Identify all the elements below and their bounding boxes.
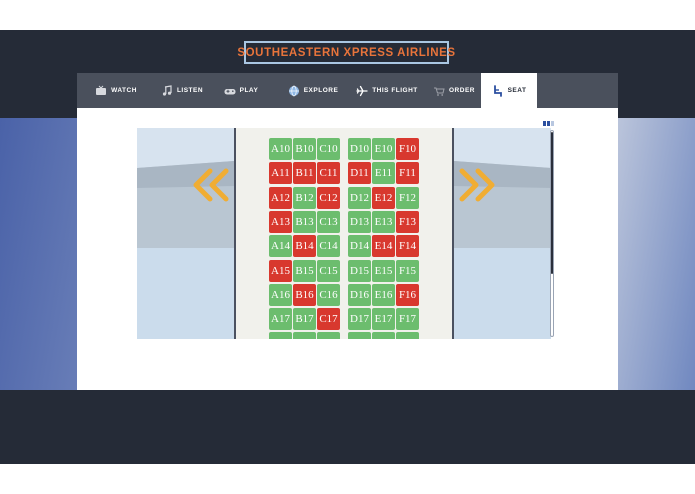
seat-d10[interactable]: D10 — [348, 138, 371, 160]
main-nav: WATCH LISTEN PLAY EXPLORE THIS FLIGHT OR… — [77, 73, 618, 108]
seat-a12[interactable]: A12 — [269, 186, 292, 209]
seat-c10[interactable]: C10 — [317, 138, 340, 160]
seat-a13[interactable]: A13 — [269, 210, 292, 233]
seat-e13[interactable]: E13 — [372, 210, 395, 233]
page-dot-active — [547, 121, 550, 126]
seat-b11[interactable]: B11 — [293, 162, 316, 185]
seat-d12[interactable]: D12 — [348, 186, 371, 209]
seat-b12[interactable]: B12 — [293, 186, 316, 209]
seat-c11[interactable]: C11 — [317, 162, 340, 185]
seat-e14[interactable]: E14 — [372, 235, 395, 258]
airline-logo: SOUTHEASTERN XPRESS AIRLINES — [237, 41, 455, 64]
seat-a17[interactable]: A17 — [269, 308, 292, 331]
seat-d11[interactable]: D11 — [348, 162, 371, 185]
seat-c17[interactable]: C17 — [317, 308, 340, 331]
seat-a11[interactable]: A11 — [269, 162, 292, 185]
seat-map-viewer: A10 B10 C10 D10 E10 F10 A11 B11 C11 D11 E11 F11 A12 B… — [137, 128, 557, 339]
seat-f12[interactable]: F12 — [396, 186, 419, 209]
tab-watch-label: WATCH — [111, 87, 137, 94]
music-note-icon — [162, 84, 172, 96]
seat-e16[interactable]: E16 — [372, 283, 395, 306]
tab-seat[interactable]: SEAT — [481, 73, 537, 108]
seat-d13[interactable]: D13 — [348, 210, 371, 233]
seat-f18[interactable]: F18 — [396, 332, 419, 339]
seat-a16[interactable]: A16 — [269, 283, 292, 306]
airline-name: SOUTHEASTERN XPRESS AIRLINES — [237, 46, 456, 59]
header: SOUTHEASTERN XPRESS AIRLINES — [0, 30, 695, 74]
tab-order[interactable]: ORDER — [420, 73, 488, 108]
cabin-right-wall — [454, 128, 551, 339]
seat-a15[interactable]: A15 — [269, 259, 292, 282]
tab-this-flight-label: THIS FLIGHT — [372, 87, 418, 94]
seat-b18[interactable]: B18 — [293, 332, 316, 339]
cart-icon — [434, 87, 445, 96]
seat-e12[interactable]: E12 — [372, 186, 395, 209]
tab-listen-label: LISTEN — [176, 87, 204, 94]
tab-seat-label: SEAT — [507, 87, 527, 94]
seat-b13[interactable]: B13 — [293, 210, 316, 233]
seat-d17[interactable]: D17 — [348, 308, 371, 331]
seat-f13[interactable]: F13 — [396, 210, 419, 233]
seat-b16[interactable]: B16 — [293, 283, 316, 306]
seat-b17[interactable]: B17 — [293, 308, 316, 331]
left-window-art — [137, 128, 234, 339]
seat-a18[interactable]: A18 — [269, 332, 292, 339]
seat-f11[interactable]: F11 — [396, 162, 419, 185]
seat-c16[interactable]: C16 — [317, 283, 340, 306]
ife-screen: SOUTHEASTERN XPRESS AIRLINES WATCH LISTE… — [0, 30, 695, 464]
globe-icon — [288, 85, 299, 96]
seat-a10[interactable]: A10 — [269, 138, 292, 160]
seat-e15[interactable]: E15 — [372, 259, 395, 282]
seat-e11[interactable]: E11 — [372, 162, 395, 185]
seat-b10[interactable]: B10 — [293, 138, 316, 160]
seat-c15[interactable]: C15 — [317, 259, 340, 282]
tab-play-label: PLAY — [239, 87, 259, 94]
tab-explore-label: EXPLORE — [303, 87, 339, 94]
seat-c12[interactable]: C12 — [317, 186, 340, 209]
seat-d15[interactable]: D15 — [348, 259, 371, 282]
seat-icon — [493, 84, 502, 97]
seat-a14[interactable]: A14 — [269, 235, 292, 258]
next-arrow-icon[interactable] — [456, 168, 498, 202]
gamepad-icon — [224, 88, 236, 94]
page-indicator — [543, 121, 554, 126]
cabin-left-wall — [137, 128, 234, 339]
seat-d18[interactable]: D18 — [348, 332, 371, 339]
seat-grid: A10 B10 C10 D10 E10 F10 A11 B11 C11 D11 E11 F11 A12 B… — [236, 128, 452, 339]
seat-e17[interactable]: E17 — [372, 308, 395, 331]
letterbox-top — [0, 0, 695, 30]
page-dot-active — [543, 121, 546, 126]
seat-c18[interactable]: C18 — [317, 332, 340, 339]
seat-d14[interactable]: D14 — [348, 235, 371, 258]
previous-arrow-icon[interactable] — [190, 168, 232, 202]
tv-icon — [96, 85, 107, 95]
scrollbar-thumb[interactable] — [551, 132, 553, 274]
seat-f10[interactable]: F10 — [396, 138, 419, 160]
seat-c14[interactable]: C14 — [317, 235, 340, 258]
airplane-icon — [356, 85, 368, 96]
seat-e18[interactable]: E18 — [372, 332, 395, 339]
letterbox-bottom — [0, 464, 695, 494]
seat-f14[interactable]: F14 — [396, 235, 419, 258]
seat-c13[interactable]: C13 — [317, 210, 340, 233]
seat-f16[interactable]: F16 — [396, 283, 419, 306]
seat-b14[interactable]: B14 — [293, 235, 316, 258]
page-dot — [551, 121, 554, 126]
right-window-art — [454, 128, 551, 339]
seat-b15[interactable]: B15 — [293, 259, 316, 282]
seat-d16[interactable]: D16 — [348, 283, 371, 306]
tab-order-label: ORDER — [449, 87, 475, 94]
seat-f15[interactable]: F15 — [396, 259, 419, 282]
seat-f17[interactable]: F17 — [396, 308, 419, 331]
seat-e10[interactable]: E10 — [372, 138, 395, 160]
